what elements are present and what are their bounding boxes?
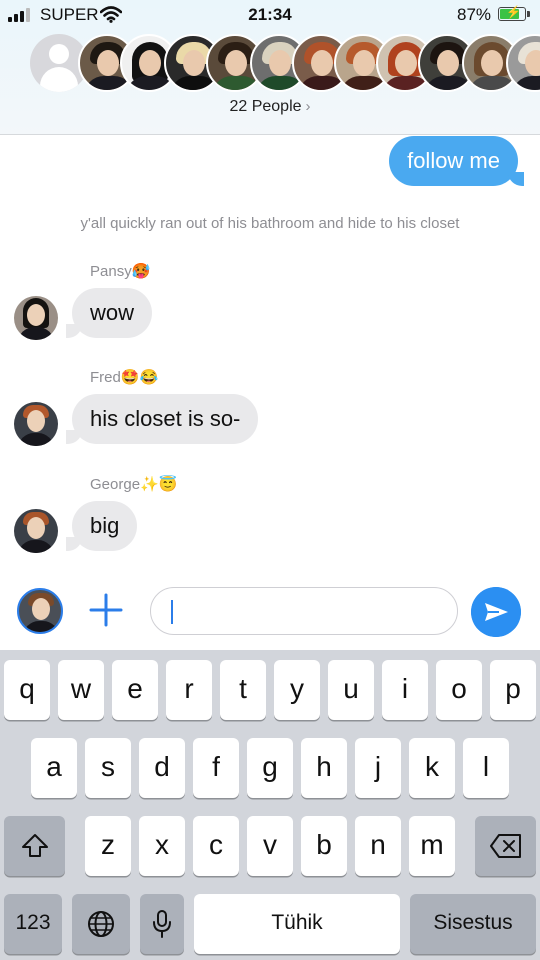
people-count-label: 22 People xyxy=(229,98,302,115)
sender-name: George✨😇 xyxy=(90,476,178,493)
incoming-message[interactable]: big xyxy=(66,501,138,551)
key-y[interactable]: y xyxy=(274,660,320,720)
plus-icon[interactable] xyxy=(88,592,124,628)
key-r[interactable]: r xyxy=(166,660,212,720)
sender-name: Pansy🥵 xyxy=(90,263,151,280)
key-s[interactable]: s xyxy=(85,738,131,798)
send-icon[interactable] xyxy=(471,587,521,637)
sender-name: Fred🤩😂 xyxy=(90,369,159,386)
globe-icon xyxy=(88,911,114,937)
group-members-link[interactable]: 22 People › xyxy=(0,98,540,116)
key-t[interactable]: t xyxy=(220,660,266,720)
avatar[interactable] xyxy=(14,296,58,340)
incoming-message-text: wow xyxy=(90,300,135,325)
backspace-key[interactable] xyxy=(475,816,536,876)
incoming-message-text: big xyxy=(90,513,120,538)
dictation-key[interactable] xyxy=(140,894,184,954)
numbers-key[interactable]: 123 xyxy=(4,894,62,954)
outgoing-message[interactable]: follow me xyxy=(389,136,524,186)
key-a[interactable]: a xyxy=(31,738,77,798)
key-j[interactable]: j xyxy=(355,738,401,798)
shift-icon xyxy=(21,834,48,857)
globe-key[interactable] xyxy=(72,894,130,954)
chevron-right-icon: › xyxy=(305,98,311,115)
group-members-avatars[interactable] xyxy=(0,34,540,94)
key-c[interactable]: c xyxy=(193,816,239,876)
key-q[interactable]: q xyxy=(4,660,50,720)
key-n[interactable]: n xyxy=(355,816,401,876)
key-l[interactable]: l xyxy=(463,738,509,798)
keyboard: q w e r t y u i o p a s d f g h j k l z … xyxy=(0,650,540,960)
battery-percent: 87% xyxy=(457,5,492,24)
incoming-message[interactable]: wow xyxy=(66,288,153,338)
chat-header: SUPER 21:34 87% ⚡ 22 People › xyxy=(0,0,540,135)
key-d[interactable]: d xyxy=(139,738,185,798)
narration-notice: y'all quickly ran out of his bathroom an… xyxy=(80,215,460,232)
key-z[interactable]: z xyxy=(85,816,131,876)
incoming-message-text: his closet is so- xyxy=(90,406,241,431)
avatar[interactable] xyxy=(14,509,58,553)
key-g[interactable]: g xyxy=(247,738,293,798)
key-o[interactable]: o xyxy=(436,660,482,720)
key-i[interactable]: i xyxy=(382,660,428,720)
key-b[interactable]: b xyxy=(301,816,347,876)
microphone-icon xyxy=(153,910,171,938)
outgoing-message-text: follow me xyxy=(407,148,500,173)
key-h[interactable]: h xyxy=(301,738,347,798)
text-caret xyxy=(171,600,173,624)
key-w[interactable]: w xyxy=(58,660,104,720)
key-f[interactable]: f xyxy=(193,738,239,798)
message-input[interactable] xyxy=(150,587,458,635)
battery-icon: ⚡ xyxy=(498,5,530,21)
key-u[interactable]: u xyxy=(328,660,374,720)
shift-key[interactable] xyxy=(4,816,65,876)
backspace-icon xyxy=(489,834,521,858)
key-p[interactable]: p xyxy=(490,660,536,720)
status-bar: SUPER 21:34 87% ⚡ xyxy=(0,0,540,30)
incoming-message[interactable]: his closet is so- xyxy=(66,394,259,444)
key-e[interactable]: e xyxy=(112,660,158,720)
key-v[interactable]: v xyxy=(247,816,293,876)
key-m[interactable]: m xyxy=(409,816,455,876)
key-k[interactable]: k xyxy=(409,738,455,798)
avatar[interactable] xyxy=(14,402,58,446)
return-key[interactable]: Sisestus xyxy=(410,894,536,954)
space-key[interactable]: Tühik xyxy=(194,894,400,954)
character-selector-avatar[interactable] xyxy=(17,588,63,634)
key-x[interactable]: x xyxy=(139,816,185,876)
composer-bar xyxy=(0,580,540,648)
